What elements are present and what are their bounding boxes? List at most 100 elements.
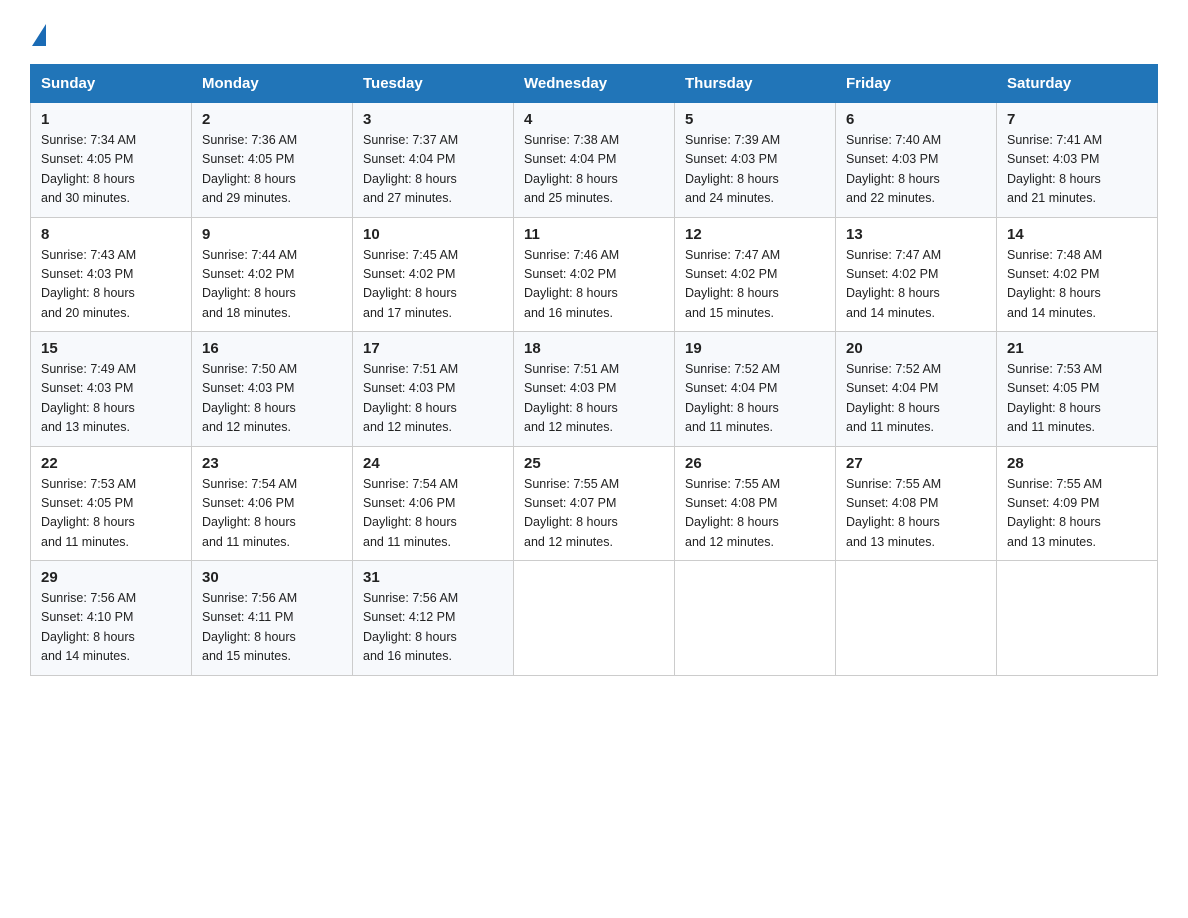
day-info: Sunrise: 7:43 AMSunset: 4:03 PMDaylight:… [41, 246, 181, 324]
header-friday: Friday [836, 65, 997, 103]
day-info: Sunrise: 7:49 AMSunset: 4:03 PMDaylight:… [41, 360, 181, 438]
day-info: Sunrise: 7:50 AMSunset: 4:03 PMDaylight:… [202, 360, 342, 438]
day-number: 14 [1007, 226, 1147, 243]
calendar-cell [997, 561, 1158, 676]
day-info: Sunrise: 7:56 AMSunset: 4:12 PMDaylight:… [363, 589, 503, 667]
logo-triangle-icon [32, 24, 46, 46]
header-wednesday: Wednesday [514, 65, 675, 103]
calendar-cell: 7 Sunrise: 7:41 AMSunset: 4:03 PMDaylight… [997, 103, 1158, 218]
day-info: Sunrise: 7:55 AMSunset: 4:08 PMDaylight:… [685, 475, 825, 553]
day-info: Sunrise: 7:54 AMSunset: 4:06 PMDaylight:… [363, 475, 503, 553]
day-number: 24 [363, 455, 503, 472]
day-number: 11 [524, 226, 664, 243]
day-number: 6 [846, 111, 986, 128]
day-info: Sunrise: 7:52 AMSunset: 4:04 PMDaylight:… [685, 360, 825, 438]
day-number: 16 [202, 340, 342, 357]
calendar-cell: 15 Sunrise: 7:49 AMSunset: 4:03 PMDayligh… [31, 332, 192, 447]
day-number: 15 [41, 340, 181, 357]
day-info: Sunrise: 7:45 AMSunset: 4:02 PMDaylight:… [363, 246, 503, 324]
calendar-cell: 19 Sunrise: 7:52 AMSunset: 4:04 PMDayligh… [675, 332, 836, 447]
day-info: Sunrise: 7:51 AMSunset: 4:03 PMDaylight:… [524, 360, 664, 438]
day-info: Sunrise: 7:41 AMSunset: 4:03 PMDaylight:… [1007, 131, 1147, 209]
day-number: 23 [202, 455, 342, 472]
day-number: 19 [685, 340, 825, 357]
day-info: Sunrise: 7:52 AMSunset: 4:04 PMDaylight:… [846, 360, 986, 438]
day-number: 13 [846, 226, 986, 243]
day-info: Sunrise: 7:48 AMSunset: 4:02 PMDaylight:… [1007, 246, 1147, 324]
day-info: Sunrise: 7:39 AMSunset: 4:03 PMDaylight:… [685, 131, 825, 209]
day-number: 17 [363, 340, 503, 357]
calendar-cell: 23 Sunrise: 7:54 AMSunset: 4:06 PMDayligh… [192, 446, 353, 561]
calendar-cell: 6 Sunrise: 7:40 AMSunset: 4:03 PMDaylight… [836, 103, 997, 218]
calendar-cell: 14 Sunrise: 7:48 AMSunset: 4:02 PMDayligh… [997, 217, 1158, 332]
day-info: Sunrise: 7:44 AMSunset: 4:02 PMDaylight:… [202, 246, 342, 324]
day-info: Sunrise: 7:55 AMSunset: 4:08 PMDaylight:… [846, 475, 986, 553]
day-number: 29 [41, 569, 181, 586]
day-number: 18 [524, 340, 664, 357]
calendar-cell [675, 561, 836, 676]
calendar-cell: 30Sunrise: 7:56 AMSunset: 4:11 PMDayligh… [192, 561, 353, 676]
day-number: 9 [202, 226, 342, 243]
logo [30, 20, 46, 46]
calendar-cell: 29Sunrise: 7:56 AMSunset: 4:10 PMDayligh… [31, 561, 192, 676]
day-number: 21 [1007, 340, 1147, 357]
calendar-cell: 17 Sunrise: 7:51 AMSunset: 4:03 PMDayligh… [353, 332, 514, 447]
calendar-cell: 24 Sunrise: 7:54 AMSunset: 4:06 PMDayligh… [353, 446, 514, 561]
day-number: 31 [363, 569, 503, 586]
day-number: 8 [41, 226, 181, 243]
calendar-header-row: SundayMondayTuesdayWednesdayThursdayFrid… [31, 65, 1158, 103]
day-info: Sunrise: 7:53 AMSunset: 4:05 PMDaylight:… [1007, 360, 1147, 438]
day-info: Sunrise: 7:55 AMSunset: 4:09 PMDaylight:… [1007, 475, 1147, 553]
day-info: Sunrise: 7:54 AMSunset: 4:06 PMDaylight:… [202, 475, 342, 553]
calendar-cell: 21 Sunrise: 7:53 AMSunset: 4:05 PMDayligh… [997, 332, 1158, 447]
day-number: 20 [846, 340, 986, 357]
day-info: Sunrise: 7:37 AMSunset: 4:04 PMDaylight:… [363, 131, 503, 209]
day-number: 10 [363, 226, 503, 243]
header-saturday: Saturday [997, 65, 1158, 103]
calendar-cell: 5 Sunrise: 7:39 AMSunset: 4:03 PMDaylight… [675, 103, 836, 218]
day-info: Sunrise: 7:47 AMSunset: 4:02 PMDaylight:… [685, 246, 825, 324]
calendar-table: SundayMondayTuesdayWednesdayThursdayFrid… [30, 64, 1158, 676]
day-info: Sunrise: 7:51 AMSunset: 4:03 PMDaylight:… [363, 360, 503, 438]
calendar-cell: 10 Sunrise: 7:45 AMSunset: 4:02 PMDayligh… [353, 217, 514, 332]
day-number: 26 [685, 455, 825, 472]
calendar-cell: 28 Sunrise: 7:55 AMSunset: 4:09 PMDayligh… [997, 446, 1158, 561]
calendar-cell: 31 Sunrise: 7:56 AMSunset: 4:12 PMDayligh… [353, 561, 514, 676]
calendar-cell: 3 Sunrise: 7:37 AMSunset: 4:04 PMDaylight… [353, 103, 514, 218]
calendar-week-3: 15 Sunrise: 7:49 AMSunset: 4:03 PMDayligh… [31, 332, 1158, 447]
day-number: 4 [524, 111, 664, 128]
calendar-cell: 25 Sunrise: 7:55 AMSunset: 4:07 PMDayligh… [514, 446, 675, 561]
day-number: 7 [1007, 111, 1147, 128]
day-info: Sunrise: 7:46 AMSunset: 4:02 PMDaylight:… [524, 246, 664, 324]
calendar-cell: 9 Sunrise: 7:44 AMSunset: 4:02 PMDaylight… [192, 217, 353, 332]
calendar-week-4: 22 Sunrise: 7:53 AMSunset: 4:05 PMDayligh… [31, 446, 1158, 561]
calendar-cell [514, 561, 675, 676]
day-number: 22 [41, 455, 181, 472]
day-number: 1 [41, 111, 181, 128]
calendar-cell: 2 Sunrise: 7:36 AMSunset: 4:05 PMDaylight… [192, 103, 353, 218]
day-number: 12 [685, 226, 825, 243]
day-number: 3 [363, 111, 503, 128]
day-info: Sunrise: 7:38 AMSunset: 4:04 PMDaylight:… [524, 131, 664, 209]
calendar-cell: 13Sunrise: 7:47 AMSunset: 4:02 PMDayligh… [836, 217, 997, 332]
day-info: Sunrise: 7:36 AMSunset: 4:05 PMDaylight:… [202, 131, 342, 209]
page-header [30, 20, 1158, 46]
calendar-week-5: 29Sunrise: 7:56 AMSunset: 4:10 PMDayligh… [31, 561, 1158, 676]
day-number: 30 [202, 569, 342, 586]
day-info: Sunrise: 7:53 AMSunset: 4:05 PMDaylight:… [41, 475, 181, 553]
calendar-cell: 18 Sunrise: 7:51 AMSunset: 4:03 PMDayligh… [514, 332, 675, 447]
day-info: Sunrise: 7:55 AMSunset: 4:07 PMDaylight:… [524, 475, 664, 553]
day-number: 28 [1007, 455, 1147, 472]
calendar-cell: 8 Sunrise: 7:43 AMSunset: 4:03 PMDaylight… [31, 217, 192, 332]
calendar-week-1: 1Sunrise: 7:34 AMSunset: 4:05 PMDaylight… [31, 103, 1158, 218]
day-number: 5 [685, 111, 825, 128]
calendar-cell: 20 Sunrise: 7:52 AMSunset: 4:04 PMDayligh… [836, 332, 997, 447]
calendar-cell: 26 Sunrise: 7:55 AMSunset: 4:08 PMDayligh… [675, 446, 836, 561]
day-number: 27 [846, 455, 986, 472]
day-number: 2 [202, 111, 342, 128]
calendar-cell: 4 Sunrise: 7:38 AMSunset: 4:04 PMDaylight… [514, 103, 675, 218]
header-sunday: Sunday [31, 65, 192, 103]
day-number: 25 [524, 455, 664, 472]
day-info: Sunrise: 7:40 AMSunset: 4:03 PMDaylight:… [846, 131, 986, 209]
calendar-cell: 12 Sunrise: 7:47 AMSunset: 4:02 PMDayligh… [675, 217, 836, 332]
